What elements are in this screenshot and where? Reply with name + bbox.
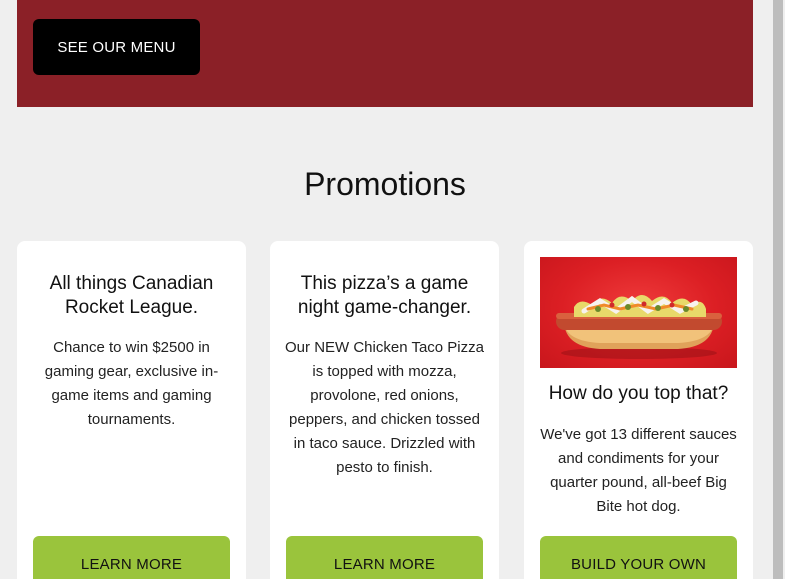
card-description: We've got 13 different sauces and condim… [540,426,737,515]
scrollbar-thumb[interactable] [773,0,783,579]
learn-more-button[interactable]: LEARN MORE [33,536,230,579]
see-our-menu-button[interactable]: SEE OUR MENU [33,19,200,75]
hot-dog-image [540,257,737,368]
learn-more-button[interactable]: LEARN MORE [286,536,483,579]
promo-card-hot-dog: How do you top that? We've got 13 differ… [524,241,753,579]
card-description: Chance to win $2500 in gaming gear, excl… [44,339,219,428]
vertical-scrollbar[interactable] [771,0,785,579]
promo-card-chicken-taco-pizza: This pizza’s a game night game-changer. … [270,241,499,579]
card-title: All things Canadian Rocket League. [49,273,214,318]
hot-dog-icon [556,295,722,359]
promo-card-rocket-league: All things Canadian Rocket League. Chanc… [17,241,246,579]
card-title: How do you top that? [548,383,729,404]
card-description: Our NEW Chicken Taco Pizza is topped wit… [285,339,484,476]
section-title: Promotions [304,166,466,202]
hero-banner: SEE OUR MENU [17,0,753,107]
card-title: This pizza’s a game night game-changer. [297,273,472,318]
build-your-own-button[interactable]: BUILD YOUR OWN [540,536,737,579]
